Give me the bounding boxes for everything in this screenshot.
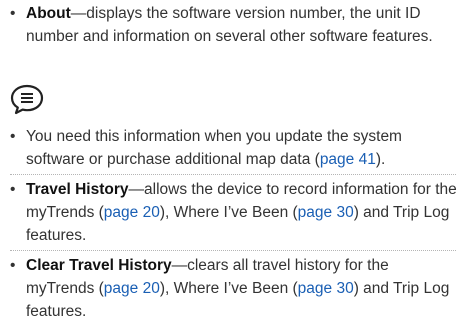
manual-page: • About—displays the software version nu… xyxy=(0,0,460,324)
bullet: • xyxy=(10,5,16,22)
item-term: Travel History xyxy=(26,181,129,198)
page-30-link[interactable]: page 30 xyxy=(298,204,354,221)
page-20-link[interactable]: page 20 xyxy=(104,204,160,221)
separator xyxy=(10,250,456,251)
note-icon xyxy=(10,83,44,115)
page-20-link[interactable]: page 20 xyxy=(104,280,160,297)
item-text-mid: ), Where I’ve Been ( xyxy=(159,280,298,297)
item-paragraph: Travel History—allows the device to reco… xyxy=(10,178,460,247)
separator xyxy=(10,174,456,175)
item-description: —displays the software version number, t… xyxy=(26,5,433,45)
bullet: • xyxy=(10,128,16,145)
list-item-travel-history: • Travel History—allows the device to re… xyxy=(10,178,460,247)
item-term: About xyxy=(26,5,71,22)
page-30-link[interactable]: page 30 xyxy=(298,280,354,297)
item-term: Clear Travel History xyxy=(26,257,172,274)
bullet: • xyxy=(10,257,16,274)
list-item-clear-travel-history: • Clear Travel History—clears all travel… xyxy=(10,254,460,323)
item-text-mid: ), Where I’ve Been ( xyxy=(159,204,298,221)
item-paragraph: About—displays the software version numb… xyxy=(10,2,460,48)
bullet: • xyxy=(10,181,16,198)
list-item-about: • About—displays the software version nu… xyxy=(10,2,460,48)
item-text-end: ). xyxy=(375,151,386,168)
item-paragraph: You need this information when you updat… xyxy=(10,125,460,171)
list-item-note: • You need this information when you upd… xyxy=(10,125,460,171)
item-paragraph: Clear Travel History—clears all travel h… xyxy=(10,254,460,323)
page-41-link[interactable]: page 41 xyxy=(320,151,376,168)
